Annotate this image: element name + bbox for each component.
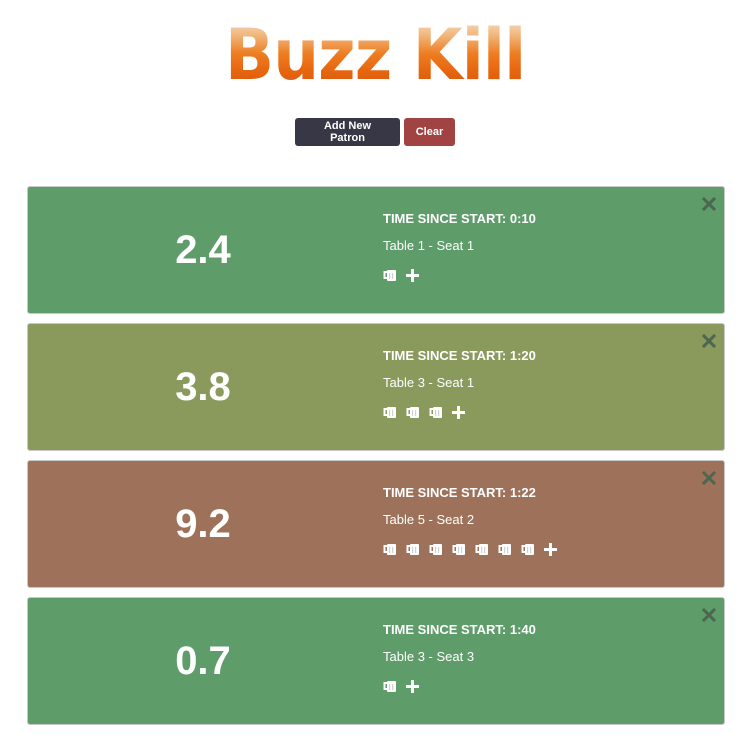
- plus-icon[interactable]: [452, 405, 465, 419]
- patron-list: 2.4 TIME SINCE START: 0:10 Table 1 - Sea…: [27, 186, 725, 734]
- patron-info: TIME SINCE START: 1:20 Table 3 - Seat 1: [383, 348, 536, 420]
- patron-info: TIME SINCE START: 0:10 Table 1 - Seat 1: [383, 211, 536, 283]
- logo-text: Buzz Kill: [224, 14, 526, 96]
- drink-list: [383, 267, 536, 283]
- drink-list: [383, 541, 557, 557]
- seat-label: Table 3 - Seat 1: [383, 375, 475, 390]
- patron-info: TIME SINCE START: 1:22 Table 5 - Seat 2: [383, 485, 557, 557]
- patron-card: 3.8 TIME SINCE START: 1:20 Table 3 - Sea…: [27, 323, 725, 451]
- drink-list: [383, 678, 536, 694]
- beer-mug-icon: [429, 406, 442, 418]
- time-since-start: TIME SINCE START: 1:20: [383, 348, 536, 363]
- patron-info: TIME SINCE START: 1:40 Table 3 - Seat 3: [383, 622, 536, 694]
- beer-mug-icon: [383, 543, 396, 555]
- toolbar: Add New Patron Clear: [0, 118, 750, 146]
- beer-mug-icon: [406, 543, 419, 555]
- time-since-start: TIME SINCE START: 0:10: [383, 211, 536, 226]
- seat-label: Table 3 - Seat 3: [383, 649, 475, 664]
- patron-card: 2.4 TIME SINCE START: 0:10 Table 1 - Sea…: [27, 186, 725, 314]
- time-since-start: TIME SINCE START: 1:22: [383, 485, 536, 500]
- patron-card: 0.7 TIME SINCE START: 1:40 Table 3 - Sea…: [27, 597, 725, 725]
- bac-value: 9.2: [175, 501, 231, 546]
- plus-icon[interactable]: [544, 542, 557, 556]
- patron-card: 9.2 TIME SINCE START: 1:22 Table 5 - Sea…: [27, 460, 725, 588]
- plus-icon[interactable]: [406, 268, 419, 282]
- bac-value: 3.8: [175, 364, 231, 409]
- close-icon[interactable]: [702, 197, 716, 211]
- beer-mug-icon: [383, 269, 396, 281]
- drink-list: [383, 404, 536, 420]
- close-icon[interactable]: [702, 334, 716, 348]
- clear-button[interactable]: Clear: [404, 118, 455, 146]
- app-logo: Buzz Kill: [0, 12, 750, 98]
- beer-mug-icon: [429, 543, 442, 555]
- beer-mug-icon: [452, 543, 465, 555]
- beer-mug-icon: [475, 543, 488, 555]
- beer-mug-icon: [406, 406, 419, 418]
- close-icon[interactable]: [702, 608, 716, 622]
- bac-value: 0.7: [175, 638, 231, 683]
- add-patron-button[interactable]: Add New Patron: [295, 118, 400, 146]
- plus-icon[interactable]: [406, 679, 419, 693]
- beer-mug-icon: [383, 680, 396, 692]
- seat-label: Table 1 - Seat 1: [383, 238, 475, 253]
- close-icon[interactable]: [702, 471, 716, 485]
- beer-mug-icon: [383, 406, 396, 418]
- bac-value: 2.4: [175, 227, 231, 272]
- beer-mug-icon: [521, 543, 534, 555]
- beer-mug-icon: [498, 543, 511, 555]
- time-since-start: TIME SINCE START: 1:40: [383, 622, 536, 637]
- seat-label: Table 5 - Seat 2: [383, 512, 475, 527]
